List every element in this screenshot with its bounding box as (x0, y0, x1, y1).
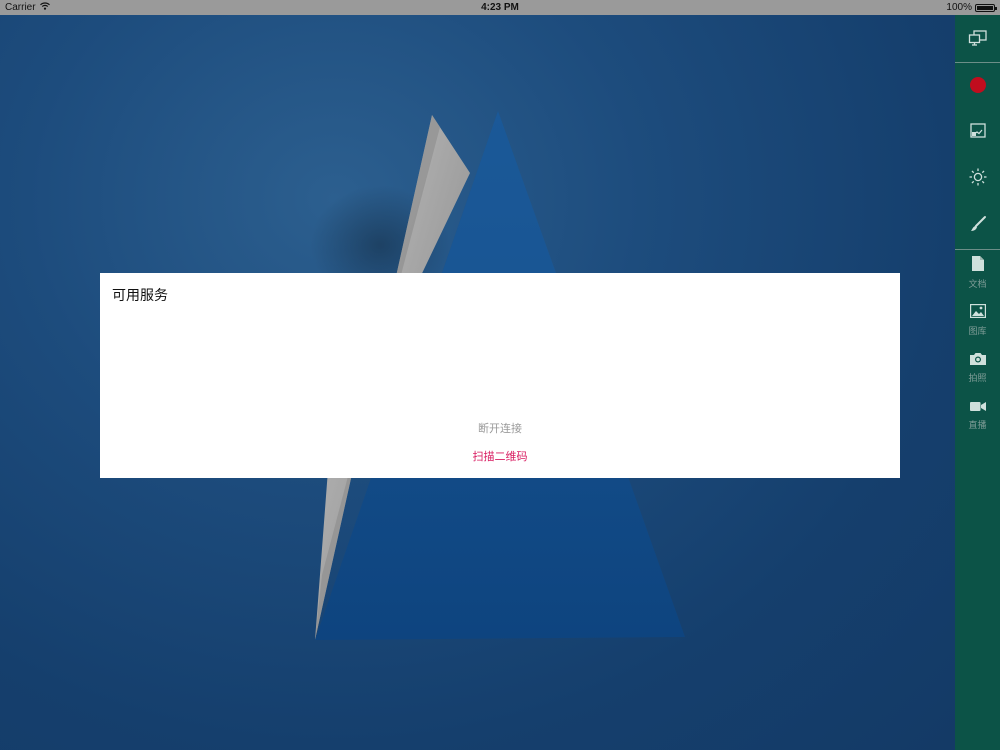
gallery-button[interactable]: 图库 (955, 302, 1000, 338)
right-toolbar: 文档 图库 拍照 直播 (955, 15, 1000, 750)
record-icon (969, 76, 987, 98)
document-label: 文档 (968, 279, 987, 289)
camera-label: 拍照 (968, 373, 987, 383)
live-video-label: 直播 (968, 420, 987, 430)
record-button[interactable] (955, 72, 1000, 102)
app-root: Carrier 4:23 PM 100% 文档 图库 拍照 直播 可用服务 断开… (0, 0, 1000, 750)
screen-mirror-button[interactable] (955, 25, 1000, 55)
screen-mirror-icon (968, 30, 988, 50)
brightness-button[interactable] (955, 164, 1000, 194)
video-icon (969, 397, 986, 416)
clock: 4:23 PM (481, 2, 519, 13)
available-services-dialog: 可用服务 断开连接 扫描二维码 (100, 273, 900, 478)
whiteboard-icon (969, 122, 987, 144)
dialog-title: 可用服务 (112, 288, 168, 304)
toolbar-divider (955, 249, 1000, 250)
disconnect-button[interactable]: 断开连接 (100, 420, 900, 436)
brightness-icon (969, 168, 987, 190)
battery-percent: 100% (946, 2, 972, 13)
gallery-label: 图库 (968, 326, 987, 336)
status-bar: Carrier 4:23 PM 100% (0, 0, 1000, 15)
whiteboard-button[interactable] (955, 118, 1000, 148)
document-button[interactable]: 文档 (955, 255, 1000, 291)
toolbar-divider (955, 62, 1000, 63)
scan-qr-code-button[interactable]: 扫描二维码 (100, 448, 900, 464)
camera-button[interactable]: 拍照 (955, 349, 1000, 385)
document-icon (971, 256, 984, 275)
battery-area: 100% (946, 0, 997, 15)
brush-icon (969, 215, 987, 237)
battery-icon (975, 3, 997, 12)
live-video-button[interactable]: 直播 (955, 396, 1000, 432)
camera-icon (969, 350, 986, 369)
brush-button[interactable] (955, 211, 1000, 241)
gallery-icon (969, 303, 986, 322)
